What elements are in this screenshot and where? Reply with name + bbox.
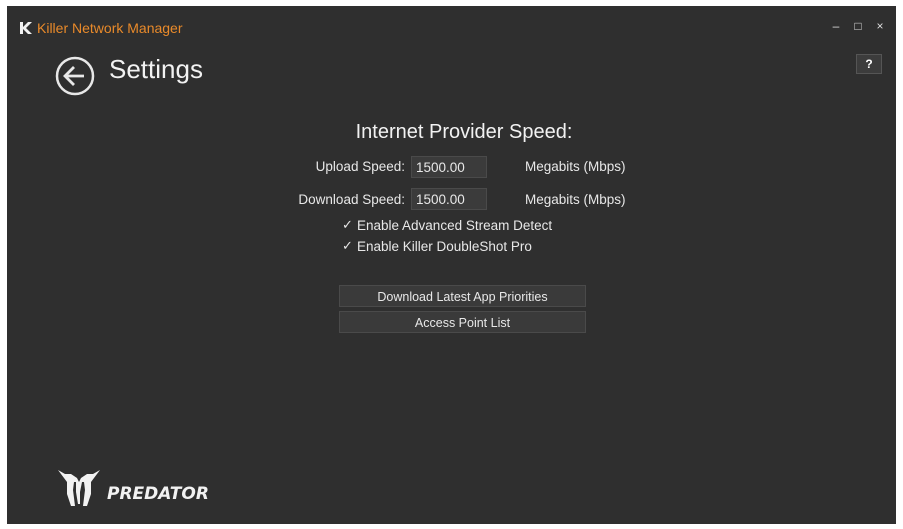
- maximize-button[interactable]: □: [852, 19, 864, 33]
- back-arrow-icon[interactable]: [55, 56, 95, 96]
- download-unit-label: Megabits (Mbps): [525, 192, 626, 207]
- app-title: Killer Network Manager: [37, 20, 183, 36]
- doubleshot-checkbox[interactable]: ✓ Enable Killer DoubleShot Pro: [342, 238, 532, 254]
- checkmark-icon: ✓: [342, 217, 353, 232]
- download-speed-input[interactable]: [411, 188, 487, 210]
- killer-logo-icon: [20, 22, 32, 34]
- stream-detect-label: Enable Advanced Stream Detect: [357, 217, 553, 233]
- app-window: Killer Network Manager – □ × Settings ? …: [7, 6, 896, 524]
- minimize-button[interactable]: –: [830, 19, 842, 33]
- help-button[interactable]: ?: [856, 54, 882, 74]
- close-button[interactable]: ×: [874, 19, 886, 33]
- page-title: Settings: [109, 54, 203, 84]
- predator-logo-icon: PREDATOR: [58, 470, 209, 506]
- stream-detect-checkbox[interactable]: ✓ Enable Advanced Stream Detect: [342, 217, 552, 233]
- upload-speed-input[interactable]: [411, 156, 487, 178]
- upload-unit-label: Megabits (Mbps): [525, 159, 626, 174]
- download-speed-label: Download Speed:: [298, 192, 405, 207]
- window-controls: – □ ×: [830, 19, 886, 33]
- access-point-list-button[interactable]: Access Point List: [339, 311, 586, 333]
- download-priorities-button[interactable]: Download Latest App Priorities: [339, 285, 586, 307]
- brand-name: PREDATOR: [107, 484, 209, 504]
- title-bar: Killer Network Manager – □ ×: [7, 6, 896, 36]
- doubleshot-label: Enable Killer DoubleShot Pro: [357, 238, 532, 254]
- checkmark-icon: ✓: [342, 238, 353, 253]
- section-title: Internet Provider Speed:: [355, 121, 573, 143]
- upload-speed-label: Upload Speed:: [315, 159, 405, 174]
